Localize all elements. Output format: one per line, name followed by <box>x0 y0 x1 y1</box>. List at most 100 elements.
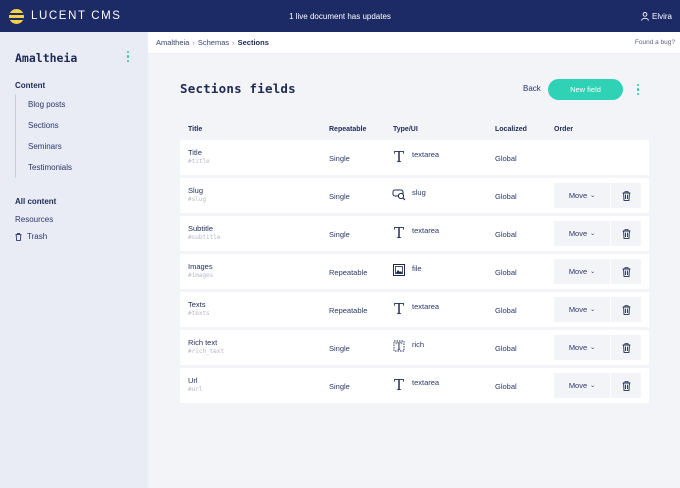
field-type: textarea <box>412 150 440 159</box>
field-key: #slug <box>188 196 207 203</box>
field-repeatable: Single <box>329 382 350 391</box>
trash-icon <box>622 342 631 353</box>
svg-text:T: T <box>394 301 404 315</box>
chevron-down-icon: ⌄ <box>590 345 596 351</box>
top-bar: LUCENT CMS 1 live document has updates E… <box>0 0 680 32</box>
field-localized: Global <box>495 268 517 277</box>
delete-field-button[interactable] <box>611 221 641 246</box>
svg-text:T: T <box>394 377 404 391</box>
sidebar-item-blog-posts[interactable]: Blog posts <box>16 94 72 115</box>
field-key: #rich_text <box>188 348 225 355</box>
delete-field-button[interactable] <box>611 373 641 398</box>
table-row[interactable]: Title #title Single Ttextarea Global <box>180 140 649 175</box>
field-localized: Global <box>495 382 517 391</box>
move-label: Move <box>568 191 588 200</box>
breadcrumb: Amaltheia › Schemas › Sections Found a b… <box>148 32 680 54</box>
sidebar-item-seminars[interactable]: Seminars <box>16 136 72 157</box>
sidebar-item-testimonials[interactable]: Testimonials <box>16 157 72 178</box>
field-localized: Global <box>495 154 517 163</box>
breadcrumb-separator: › <box>232 38 235 47</box>
breadcrumb-separator: › <box>192 38 195 47</box>
sidebar-all-content[interactable]: All content <box>15 197 56 206</box>
delete-field-button[interactable] <box>611 183 641 208</box>
rich-type-icon: T <box>393 340 405 353</box>
col-header-title: Title <box>188 126 203 133</box>
field-localized: Global <box>495 230 517 239</box>
chevron-down-icon: ⌄ <box>590 193 596 199</box>
field-key: #subtitle <box>188 234 221 241</box>
back-button[interactable]: Back <box>523 84 541 93</box>
field-key: #texts <box>188 310 210 317</box>
trash-icon <box>622 266 631 277</box>
field-localized: Global <box>495 192 517 201</box>
col-header-order: Order <box>554 126 574 133</box>
text-type-icon: T <box>394 301 404 315</box>
trash-icon <box>622 190 631 201</box>
logo[interactable]: LUCENT CMS <box>0 8 122 24</box>
sidebar-trash[interactable]: Trash <box>15 232 47 241</box>
live-update-notice[interactable]: 1 live document has updates <box>289 12 391 21</box>
trash-icon <box>15 232 22 241</box>
field-name: Rich text <box>188 338 218 347</box>
resources-label: Resources <box>15 215 54 224</box>
col-header-repeatable: Repeatable <box>329 126 367 133</box>
field-repeatable: Single <box>329 230 350 239</box>
image-type-icon <box>393 264 405 276</box>
field-localized: Global <box>495 344 517 353</box>
sidebar-resources[interactable]: Resources <box>15 215 53 224</box>
found-bug-link[interactable]: Found a bug? <box>635 32 675 54</box>
field-type: rich <box>412 340 425 349</box>
field-repeatable: Repeatable <box>329 268 368 277</box>
field-repeatable: Repeatable <box>329 306 368 315</box>
table-row[interactable]: Rich text #rich_text Single Trich Global Move… <box>180 330 649 365</box>
delete-field-button[interactable] <box>611 297 641 322</box>
text-type-icon: T <box>394 149 404 163</box>
move-label: Move <box>568 343 588 352</box>
new-field-button[interactable]: New field <box>548 79 623 100</box>
chevron-down-icon: ⌄ <box>590 269 596 275</box>
col-header-localized: Localized <box>495 126 527 133</box>
delete-field-button[interactable] <box>611 335 641 360</box>
field-name: Images <box>188 262 213 271</box>
field-name: Subtitle <box>188 224 214 233</box>
table-row[interactable]: Texts #texts Repeatable Ttextarea Global Move… <box>180 292 649 327</box>
trash-icon <box>622 380 631 391</box>
svg-text:T: T <box>396 342 403 353</box>
delete-field-button[interactable] <box>611 259 641 284</box>
move-button[interactable]: Move ⌄ <box>554 297 610 322</box>
table-row[interactable]: Images #images Repeatable file Global Move ⌄ <box>180 254 649 289</box>
move-button[interactable]: Move ⌄ <box>554 221 610 246</box>
move-label: Move <box>568 267 588 276</box>
move-button[interactable]: Move ⌄ <box>554 183 610 208</box>
field-key: #title <box>188 158 210 165</box>
table-row[interactable]: Url #url Single Ttextarea Global Move ⌄ <box>180 368 649 403</box>
breadcrumb-project[interactable]: Amaltheia <box>156 38 189 47</box>
breadcrumb-schemas[interactable]: Schemas <box>198 38 229 47</box>
field-type: slug <box>412 188 426 197</box>
chevron-down-icon: ⌄ <box>590 307 596 313</box>
breadcrumb-current: Sections <box>237 38 269 47</box>
svg-text:T: T <box>394 149 404 163</box>
table-row[interactable]: Slug #slug Single slug Global Move ⌄ <box>180 178 649 213</box>
sidebar-item-sections[interactable]: Sections <box>16 115 72 136</box>
chevron-down-icon: ⌄ <box>590 231 596 237</box>
project-name[interactable]: Amaltheia <box>15 51 77 65</box>
move-button[interactable]: Move ⌄ <box>554 259 610 284</box>
field-key: #images <box>188 272 214 279</box>
chevron-down-icon: ⌄ <box>590 383 596 389</box>
field-type: textarea <box>412 302 440 311</box>
content-heading: Content <box>15 81 46 90</box>
text-type-icon: T <box>394 377 404 391</box>
project-more-icon[interactable] <box>126 51 130 63</box>
field-repeatable: Single <box>329 192 350 201</box>
field-type: file <box>412 264 422 273</box>
table-row[interactable]: Subtitle #subtitle Single Ttextarea Global Mo… <box>180 216 649 251</box>
user-icon <box>641 11 649 21</box>
field-key: #url <box>188 386 203 393</box>
move-button[interactable]: Move ⌄ <box>554 335 610 360</box>
move-label: Move <box>568 381 588 390</box>
page-more-icon[interactable] <box>636 84 640 96</box>
move-button[interactable]: Move ⌄ <box>554 373 610 398</box>
move-label: Move <box>568 229 588 238</box>
user-menu[interactable]: Elvira <box>641 0 672 32</box>
